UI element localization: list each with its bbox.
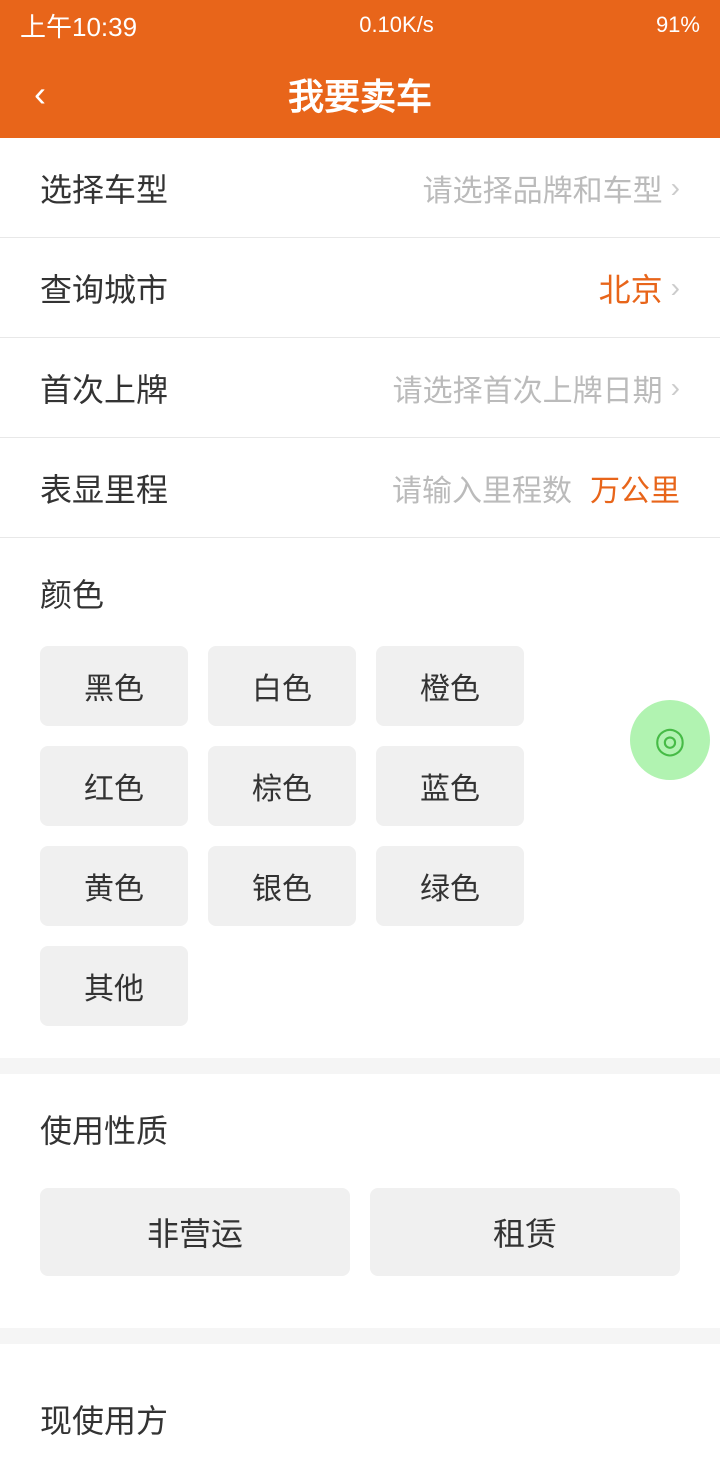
mileage-label: 表显里程 (40, 465, 168, 511)
page-title: 我要卖车 (288, 68, 432, 120)
divider-2 (0, 1328, 720, 1344)
color-btn-yellow[interactable]: 黄色 (40, 846, 188, 926)
divider-1 (0, 1058, 720, 1074)
float-icon: ◎ (654, 719, 685, 761)
color-btn-brown[interactable]: 棕色 (208, 746, 356, 826)
mileage-value-wrap: 请输入里程数 万公里 (392, 466, 680, 510)
color-btn-silver[interactable]: 银色 (208, 846, 356, 926)
city-row[interactable]: 查询城市 北京 › (0, 238, 720, 338)
back-button[interactable]: ‹ (24, 63, 56, 125)
usage-buttons: 非营运 租赁 (0, 1172, 720, 1308)
content: 选择车型 请选择品牌和车型 › 查询城市 北京 › 首次上牌 请选择首次上牌日期… (0, 138, 720, 1462)
owner-section: 现使用方 (0, 1344, 720, 1462)
color-btn-red[interactable]: 红色 (40, 746, 188, 826)
usage-section: 使用性质 非营运 租赁 (0, 1074, 720, 1328)
color-btn-green[interactable]: 绿色 (376, 846, 524, 926)
float-action-button[interactable]: ◎ (630, 700, 710, 780)
mileage-unit: 万公里 (590, 466, 680, 510)
usage-btn-non-commercial[interactable]: 非营运 (40, 1188, 350, 1276)
city-label: 查询城市 (40, 265, 168, 311)
color-btn-other[interactable]: 其他 (40, 946, 188, 1026)
first-reg-row[interactable]: 首次上牌 请选择首次上牌日期 › (0, 338, 720, 438)
mileage-row[interactable]: 表显里程 请输入里程数 万公里 (0, 438, 720, 538)
color-section-title: 颜色 (0, 538, 720, 636)
status-network: 0.10K/s (359, 12, 434, 38)
color-btn-black[interactable]: 黑色 (40, 646, 188, 726)
first-reg-placeholder: 请选择首次上牌日期 (393, 366, 663, 410)
mileage-placeholder: 请输入里程数 (392, 466, 572, 510)
city-chevron-icon: › (671, 272, 680, 304)
status-battery: 91% (656, 12, 700, 38)
city-value: 北京 (599, 265, 663, 311)
status-time: 上午10:39 (20, 7, 137, 44)
usage-btn-rental[interactable]: 租赁 (370, 1188, 680, 1276)
color-btn-orange[interactable]: 橙色 (376, 646, 524, 726)
car-type-placeholder: 请选择品牌和车型 (423, 166, 663, 210)
car-type-chevron-icon: › (671, 172, 680, 204)
car-type-row[interactable]: 选择车型 请选择品牌和车型 › (0, 138, 720, 238)
first-reg-label: 首次上牌 (40, 365, 168, 411)
color-grid: 黑色 白色 橙色 红色 棕色 蓝色 黄色 银色 绿色 其他 (0, 636, 720, 1058)
first-reg-chevron-icon: › (671, 372, 680, 404)
car-type-value-wrap: 请选择品牌和车型 › (423, 166, 680, 210)
car-type-label: 选择车型 (40, 165, 168, 211)
status-bar: 上午10:39 0.10K/s 91% (0, 0, 720, 50)
usage-section-title: 使用性质 (0, 1074, 720, 1172)
city-value-wrap: 北京 › (599, 265, 680, 311)
header: ‹ 我要卖车 (0, 50, 720, 138)
color-btn-white[interactable]: 白色 (208, 646, 356, 726)
owner-section-title: 现使用方 (0, 1364, 720, 1462)
first-reg-value-wrap: 请选择首次上牌日期 › (393, 366, 680, 410)
color-btn-blue[interactable]: 蓝色 (376, 746, 524, 826)
